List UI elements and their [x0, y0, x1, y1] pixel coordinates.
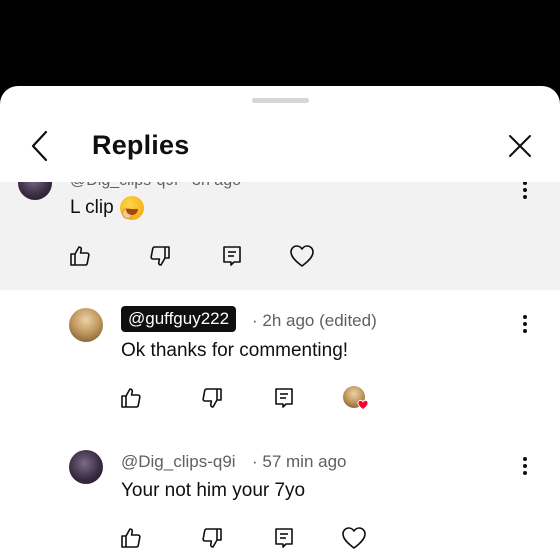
heart-button[interactable]	[288, 242, 316, 270]
thumbs-down-icon	[202, 388, 222, 408]
author-handle[interactable]: @Dig_clips-q9i	[121, 452, 236, 472]
drag-handle[interactable]	[252, 98, 309, 103]
list-item: @Dig_clips-q9i · 57 min ago Your not him…	[0, 442, 560, 560]
reply-text: Ok thanks for commenting!	[121, 340, 349, 361]
heart-icon	[342, 527, 366, 549]
dislike-button[interactable]	[198, 524, 226, 552]
like-button[interactable]	[117, 384, 145, 412]
reply-button[interactable]	[270, 524, 298, 552]
more-vert-icon	[523, 457, 527, 461]
creator-heart-badge[interactable]	[340, 384, 369, 412]
like-button[interactable]	[117, 524, 145, 552]
parent-comment-text: L clip	[70, 197, 114, 218]
thumbs-up-icon	[121, 528, 141, 548]
close-button[interactable]	[502, 128, 538, 164]
thumbs-down-icon	[150, 246, 170, 266]
reply-text: Your not him your 7yo	[121, 480, 306, 501]
face-with-hand-over-mouth-icon	[119, 196, 144, 220]
parent-comment: @Dig_clips-q9i · 3h ago L clip	[0, 182, 560, 290]
reply-icon	[275, 388, 293, 408]
parent-more-button[interactable]	[515, 182, 535, 202]
thumbs-up-icon	[121, 388, 141, 408]
avatar[interactable]	[69, 308, 103, 342]
like-button[interactable]	[66, 242, 94, 270]
more-vert-icon	[523, 315, 527, 319]
thumbs-up-icon	[70, 246, 90, 266]
list-item: @guffguy222 · 2h ago (edited) Ok thanks …	[0, 300, 560, 430]
parent-comment-meta: @Dig_clips-q9i · 3h ago	[70, 182, 241, 190]
reply-button[interactable]	[270, 384, 298, 412]
close-icon	[509, 135, 531, 157]
chevron-left-icon	[31, 130, 48, 162]
reply-timestamp: · 2h ago (edited)	[252, 311, 377, 330]
author-handle[interactable]: @guffguy222	[121, 306, 237, 332]
heart-button[interactable]	[340, 524, 368, 552]
replies-header: Replies	[0, 110, 560, 182]
page-title: Replies	[92, 130, 190, 160]
parent-comment-text-row: L clip	[70, 196, 144, 220]
dislike-button[interactable]	[198, 384, 226, 412]
back-button[interactable]	[22, 126, 58, 166]
reply-timestamp: · 57 min ago	[252, 452, 347, 471]
replies-sheet: Replies @Dig_clips-q9i · 3h ago L clip	[0, 86, 560, 560]
heart-icon	[357, 399, 369, 411]
avatar[interactable]	[18, 182, 52, 200]
heart-icon	[290, 245, 314, 267]
avatar[interactable]	[69, 450, 103, 484]
dislike-button[interactable]	[146, 242, 174, 270]
reply-more-button[interactable]	[515, 312, 535, 336]
thumbs-down-icon	[202, 528, 222, 548]
more-vert-icon	[523, 182, 527, 185]
reply-button[interactable]	[218, 242, 246, 270]
reply-more-button[interactable]	[515, 454, 535, 478]
reply-icon	[223, 246, 241, 266]
reply-icon	[275, 528, 293, 548]
